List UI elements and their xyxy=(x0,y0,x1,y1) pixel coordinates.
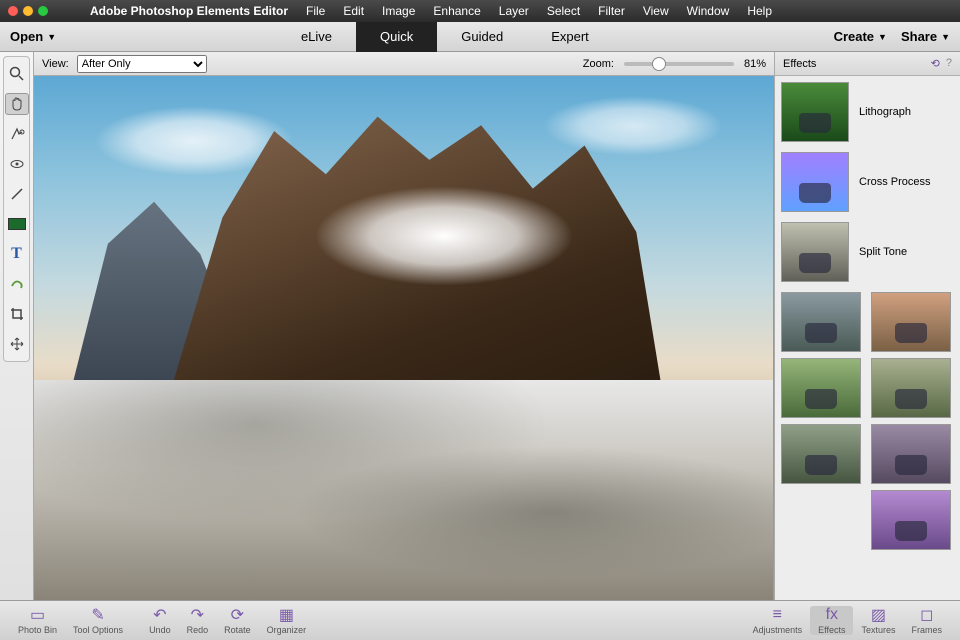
menu-help[interactable]: Help xyxy=(747,4,772,18)
effect-variant[interactable] xyxy=(871,358,951,418)
effects-icon: fx xyxy=(826,606,838,624)
tab-quick[interactable]: Quick xyxy=(356,22,437,52)
whiten-tool[interactable] xyxy=(5,183,29,205)
menu-image[interactable]: Image xyxy=(382,4,415,18)
eye-tool[interactable] xyxy=(5,153,29,175)
zoom-label: Zoom: xyxy=(583,58,614,70)
rotate-icon: ⟳ xyxy=(231,606,244,624)
move-tool[interactable] xyxy=(5,333,29,355)
frames-button[interactable]: ◻Frames xyxy=(903,606,950,635)
panel-title: Effects xyxy=(783,58,816,70)
effect-variant[interactable] xyxy=(871,292,951,352)
color-swatch[interactable] xyxy=(5,213,29,235)
bottom-bar: ▭Photo Bin ✎Tool Options ↶Undo ↷Redo ⟳Ro… xyxy=(0,600,960,640)
chevron-down-icon: ▼ xyxy=(47,32,56,42)
quick-select-tool[interactable] xyxy=(5,123,29,145)
type-tool[interactable]: T xyxy=(5,243,29,265)
photo-preview xyxy=(34,76,773,600)
tool-options-icon: ✎ xyxy=(91,606,104,624)
crop-tool[interactable] xyxy=(5,303,29,325)
menu-select[interactable]: Select xyxy=(547,4,580,18)
redo-icon: ↷ xyxy=(191,606,204,624)
zoom-tool[interactable] xyxy=(5,63,29,85)
hand-tool[interactable] xyxy=(5,93,29,115)
canvas-area[interactable] xyxy=(34,76,774,600)
open-button[interactable]: Open▼ xyxy=(10,29,56,44)
view-label: View: xyxy=(42,58,69,70)
mac-menubar: Adobe Photoshop Elements Editor File Edi… xyxy=(0,0,960,22)
view-select[interactable]: After Only xyxy=(77,55,207,73)
rotate-button[interactable]: ⟳Rotate xyxy=(216,606,259,635)
chevron-down-icon: ▼ xyxy=(878,32,887,42)
effect-variant[interactable] xyxy=(781,424,861,484)
app-name: Adobe Photoshop Elements Editor xyxy=(90,4,288,18)
effect-cross-process[interactable]: Cross Process xyxy=(781,152,954,212)
share-button[interactable]: Share▼ xyxy=(901,29,950,44)
tab-expert[interactable]: Expert xyxy=(527,22,613,52)
redo-button[interactable]: ↷Redo xyxy=(179,606,217,635)
mode-tabs: eLive Quick Guided Expert xyxy=(277,22,613,52)
textures-icon: ▨ xyxy=(871,606,886,624)
create-button[interactable]: Create▼ xyxy=(834,29,887,44)
menu-file[interactable]: File xyxy=(306,4,325,18)
adjustments-button[interactable]: ≡Adjustments xyxy=(745,606,811,635)
effects-panel: Effects ⟲ ? Lithograph Cross Process Spl… xyxy=(774,52,960,600)
organizer-icon: ▦ xyxy=(279,606,294,624)
menu-filter[interactable]: Filter xyxy=(598,4,625,18)
textures-button[interactable]: ▨Textures xyxy=(853,606,903,635)
help-icon[interactable]: ? xyxy=(946,57,952,70)
menu-window[interactable]: Window xyxy=(687,4,730,18)
tab-guided[interactable]: Guided xyxy=(437,22,527,52)
zoom-value: 81% xyxy=(744,58,766,70)
reset-icon[interactable]: ⟲ xyxy=(931,57,940,70)
left-toolbox: T xyxy=(0,52,34,600)
frames-icon: ◻ xyxy=(920,606,933,624)
menu-view[interactable]: View xyxy=(643,4,669,18)
menu-enhance[interactable]: Enhance xyxy=(433,4,480,18)
effect-split-tone[interactable]: Split Tone xyxy=(781,222,954,282)
chevron-down-icon: ▼ xyxy=(941,32,950,42)
undo-icon: ↶ xyxy=(153,606,166,624)
menu-edit[interactable]: Edit xyxy=(343,4,364,18)
effect-variant[interactable] xyxy=(781,292,861,352)
effect-variant[interactable] xyxy=(871,490,951,550)
effect-variant[interactable] xyxy=(871,424,951,484)
photo-bin-button[interactable]: ▭Photo Bin xyxy=(10,606,65,635)
window-controls[interactable] xyxy=(8,6,48,16)
mode-toolbar: Open▼ eLive Quick Guided Expert Create▼ … xyxy=(0,22,960,52)
organizer-button[interactable]: ▦Organizer xyxy=(259,606,315,635)
effects-button[interactable]: fxEffects xyxy=(810,606,853,635)
photo-bin-icon: ▭ xyxy=(30,606,45,624)
spot-heal-tool[interactable] xyxy=(5,273,29,295)
tool-options-button[interactable]: ✎Tool Options xyxy=(65,606,131,635)
adjustments-icon: ≡ xyxy=(773,606,782,624)
zoom-slider[interactable] xyxy=(624,62,734,66)
menu-layer[interactable]: Layer xyxy=(499,4,529,18)
effect-lithograph[interactable]: Lithograph xyxy=(781,82,954,142)
options-bar: View: After Only Zoom: 81% xyxy=(34,52,774,76)
effect-variant[interactable] xyxy=(781,358,861,418)
undo-button[interactable]: ↶Undo xyxy=(141,606,179,635)
tab-elive[interactable]: eLive xyxy=(277,22,356,52)
